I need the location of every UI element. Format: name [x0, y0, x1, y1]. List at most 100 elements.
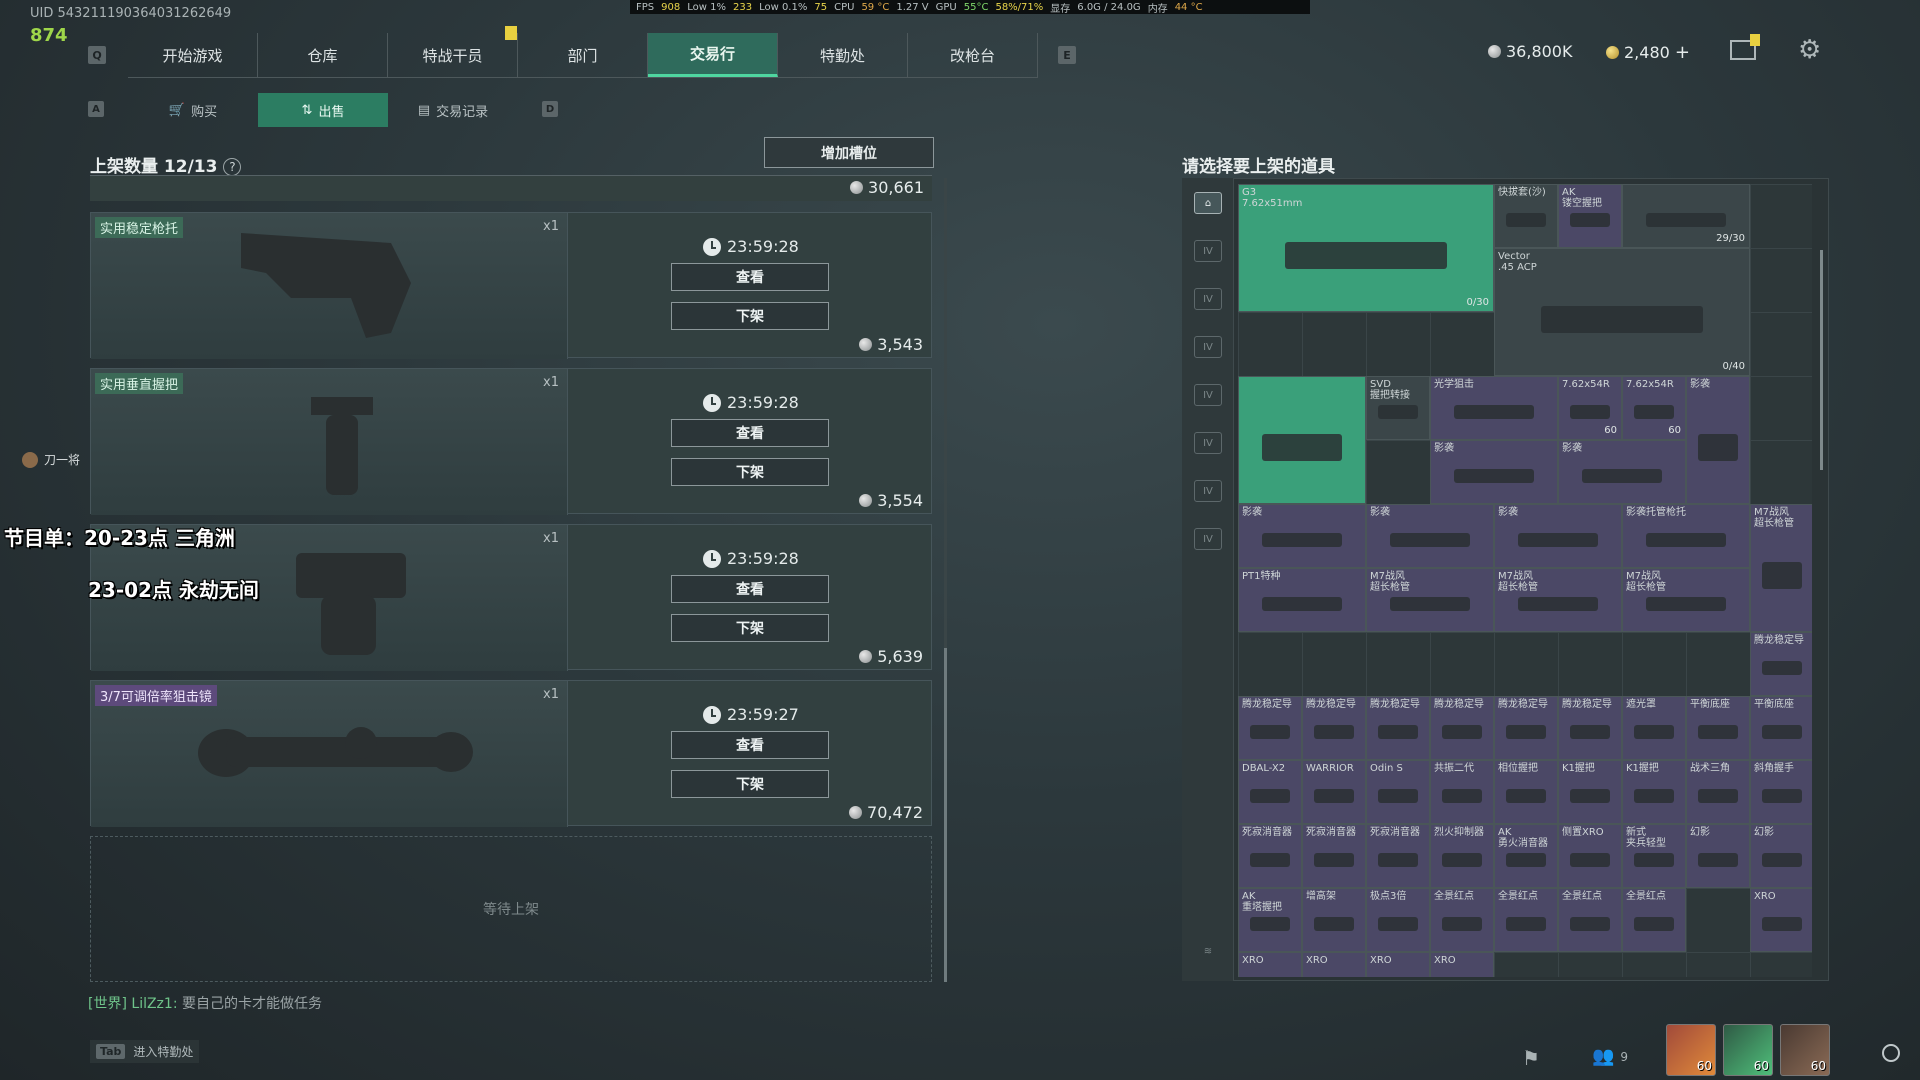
inventory-item[interactable]: SVD 握把转接	[1366, 376, 1430, 440]
inventory-item[interactable]: 极点3倍	[1366, 888, 1430, 952]
inventory-item[interactable]: 烈火抑制器	[1430, 824, 1494, 888]
view-button[interactable]: 查看	[671, 575, 829, 603]
inventory-item[interactable]: 腾龙稳定导	[1238, 696, 1302, 760]
inventory-item[interactable]: 全景红点	[1494, 888, 1558, 952]
team-avatar-3[interactable]: 60	[1780, 1024, 1830, 1076]
team-avatar-1[interactable]: 60	[1666, 1024, 1716, 1076]
tab-gunsmith[interactable]: 改枪台	[908, 33, 1038, 77]
tab-department[interactable]: 部门	[518, 33, 648, 77]
view-button[interactable]: 查看	[671, 419, 829, 447]
inventory-item[interactable]: 影袭	[1430, 440, 1558, 504]
view-button[interactable]: 查看	[671, 263, 829, 291]
help-icon[interactable]: ?	[223, 158, 242, 176]
inventory-item[interactable]: K1握把	[1622, 760, 1686, 824]
flag-icon[interactable]: ⚑	[1522, 1046, 1540, 1070]
inventory-item[interactable]: 斜角握手	[1750, 760, 1812, 824]
friends-count[interactable]: 👥 9	[1592, 1046, 1628, 1067]
inventory-tab-7[interactable]: IV	[1194, 528, 1222, 550]
inventory-item[interactable]: M7战风 超长枪管	[1494, 568, 1622, 632]
inventory-item[interactable]: 增高架	[1302, 888, 1366, 952]
inventory-item[interactable]: 新式 夹兵轻型	[1622, 824, 1686, 888]
inventory-item[interactable]: 平衡底座	[1686, 696, 1750, 760]
inventory-item[interactable]: 相位握把	[1494, 760, 1558, 824]
delist-button[interactable]: 下架	[671, 770, 829, 798]
inventory-item[interactable]: XRO	[1366, 952, 1430, 977]
inventory-item[interactable]: 腾龙稳定导	[1302, 696, 1366, 760]
inventory-item[interactable]: AK 重塔握把	[1238, 888, 1302, 952]
scrollbar-thumb[interactable]	[944, 648, 947, 982]
inventory-item[interactable]: 影袭	[1558, 440, 1686, 504]
inventory-item[interactable]: 全景红点	[1622, 888, 1686, 952]
add-gold-button[interactable]: +	[1675, 42, 1690, 63]
tab-warehouse[interactable]: 仓库	[258, 33, 388, 77]
inventory-item[interactable]: 影袭	[1686, 376, 1750, 504]
inventory-item[interactable]: 平衡底座	[1750, 696, 1812, 760]
all-items-tab-icon[interactable]: ⌂	[1194, 192, 1222, 214]
inventory-item[interactable]: XRO	[1430, 952, 1494, 977]
tab-start-game[interactable]: 开始游戏	[128, 33, 258, 77]
inventory-item[interactable]: 腾龙稳定导	[1494, 696, 1558, 760]
inventory-tab-3[interactable]: IV	[1194, 336, 1222, 358]
nearby-player[interactable]: 刀一将	[22, 451, 80, 468]
tab-trading[interactable]: 交易行	[648, 33, 778, 77]
tab-hint[interactable]: Tab 进入特勤处	[90, 1040, 200, 1063]
inventory-item[interactable]: XRO	[1302, 952, 1366, 977]
inventory-item[interactable]: 7.62x54R 60	[1622, 376, 1686, 440]
inventory-item[interactable]: AK 镂空握把	[1558, 184, 1622, 248]
team-avatar-2[interactable]: 60	[1723, 1024, 1773, 1076]
target-icon[interactable]	[1882, 1044, 1900, 1062]
inventory-tab-1[interactable]: IV	[1194, 240, 1222, 262]
tab-buy[interactable]: 🛒 购买	[128, 93, 258, 127]
inventory-item[interactable]: K1握把	[1558, 760, 1622, 824]
inventory-item[interactable]: 死寂消音器	[1238, 824, 1302, 888]
inventory-item[interactable]: AK 勇火消音器	[1494, 824, 1558, 888]
inventory-item[interactable]: 幻影	[1686, 824, 1750, 888]
inventory-item[interactable]: 死寂消音器	[1366, 824, 1430, 888]
inventory-item[interactable]: 共振二代	[1430, 760, 1494, 824]
add-slot-button[interactable]: 增加槽位	[764, 137, 934, 168]
inventory-scrollbar[interactable]	[1820, 250, 1823, 470]
inventory-item[interactable]: M7战风 超长枪管	[1750, 504, 1812, 632]
inventory-tab-5[interactable]: IV	[1194, 432, 1222, 454]
inventory-item[interactable]: 快拔套(沙)	[1494, 184, 1558, 248]
delist-button[interactable]: 下架	[671, 458, 829, 486]
inventory-item[interactable]: 全景红点	[1430, 888, 1494, 952]
tab-operators[interactable]: 特战干员	[388, 33, 518, 77]
inventory-tab-4[interactable]: IV	[1194, 384, 1222, 406]
inventory-item[interactable]: 影袭	[1238, 504, 1366, 568]
inventory-item[interactable]: 全景红点	[1558, 888, 1622, 952]
layers-icon[interactable]: ≋	[1194, 940, 1222, 962]
inventory-item[interactable]: 影袭托管枪托	[1622, 504, 1750, 568]
inventory-item[interactable]: 腾龙稳定导	[1558, 696, 1622, 760]
view-button[interactable]: 查看	[671, 731, 829, 759]
inventory-item[interactable]: M7战风 超长枪管	[1622, 568, 1750, 632]
inventory-item[interactable]	[1238, 376, 1366, 504]
inventory-item[interactable]: 腾龙稳定导	[1750, 632, 1812, 696]
empty-slot[interactable]: 等待上架	[90, 836, 932, 982]
tab-sell[interactable]: ⇅ 出售	[258, 93, 388, 127]
delist-button[interactable]: 下架	[671, 614, 829, 642]
inventory-item[interactable]: XRO	[1238, 952, 1302, 977]
inventory-item[interactable]: 腾龙稳定导	[1366, 696, 1430, 760]
inventory-item[interactable]: PT1特种	[1238, 568, 1366, 632]
inventory-item[interactable]: M7战风 超长枪管	[1366, 568, 1494, 632]
inventory-tab-2[interactable]: IV	[1194, 288, 1222, 310]
inventory-item[interactable]: 遮光罩	[1622, 696, 1686, 760]
inventory-item[interactable]: 影袭	[1494, 504, 1622, 568]
inventory-item[interactable]: XRO	[1750, 888, 1812, 952]
inventory-tab-6[interactable]: IV	[1194, 480, 1222, 502]
chat-user[interactable]: LilZz1:	[131, 996, 177, 1012]
inventory-item[interactable]: DBAL-X2	[1238, 760, 1302, 824]
inventory-item[interactable]: 战术三角	[1686, 760, 1750, 824]
inventory-item[interactable]: G3 7.62x51mm 0/30	[1238, 184, 1494, 312]
inventory-item[interactable]: Vector .45 ACP 0/40	[1494, 248, 1750, 376]
inventory-item[interactable]: WARRIOR	[1302, 760, 1366, 824]
inventory-item[interactable]: 29/30	[1622, 184, 1750, 248]
inventory-item[interactable]: Odin S	[1366, 760, 1430, 824]
delist-button[interactable]: 下架	[671, 302, 829, 330]
inventory-item[interactable]: 影袭	[1366, 504, 1494, 568]
inventory-item[interactable]: 死寂消音器	[1302, 824, 1366, 888]
tab-special-service[interactable]: 特勤处	[778, 33, 908, 77]
tab-records[interactable]: ▤ 交易记录	[388, 93, 518, 127]
settings-gear-icon[interactable]: ⚙	[1798, 37, 1821, 63]
